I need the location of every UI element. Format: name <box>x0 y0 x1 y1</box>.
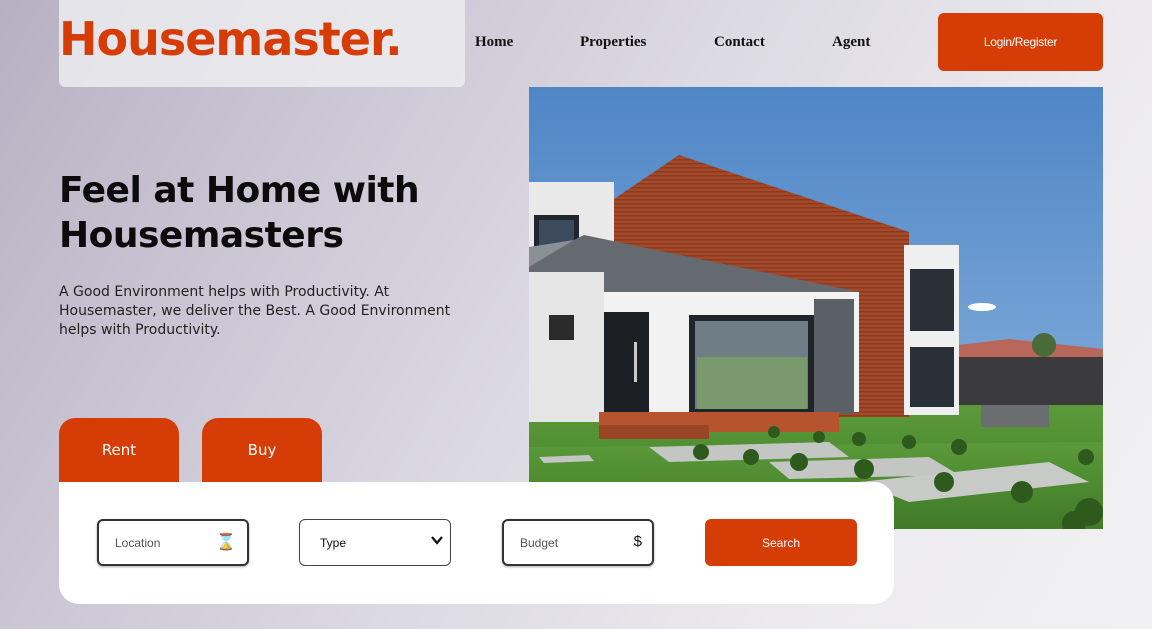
chevron-down-icon <box>430 533 444 552</box>
budget-placeholder: Budget <box>520 535 559 550</box>
hero-title-line-1: Feel at Home with <box>59 170 420 211</box>
hero-title: Feel at Home with Housemasters <box>59 168 489 258</box>
dollar-icon: $ <box>633 533 642 550</box>
location-input[interactable]: Location ⌛ <box>97 519 249 566</box>
hero-title-line-2: Housemasters <box>59 215 344 256</box>
hourglass-icon: ⌛ <box>216 534 236 551</box>
hero-description: A Good Environment helps with Productivi… <box>59 284 451 338</box>
nav-link-properties[interactable]: Properties <box>580 34 646 51</box>
type-select-value: Type <box>320 535 347 550</box>
hero-house-image <box>529 87 1103 529</box>
logo[interactable]: Housemaster. <box>59 12 403 66</box>
search-button[interactable]: Search <box>705 519 857 566</box>
tab-buy[interactable]: Buy <box>202 418 322 488</box>
location-placeholder: Location <box>115 535 161 550</box>
budget-input[interactable]: Budget $ <box>502 519 654 566</box>
type-select[interactable]: Type <box>299 519 451 566</box>
nav-link-agent[interactable]: Agent <box>832 34 870 51</box>
tab-rent[interactable]: Rent <box>59 418 179 488</box>
login-register-button[interactable]: Login/Register <box>938 13 1103 71</box>
nav-link-home[interactable]: Home <box>475 34 513 51</box>
nav-link-contact[interactable]: Contact <box>714 34 765 51</box>
